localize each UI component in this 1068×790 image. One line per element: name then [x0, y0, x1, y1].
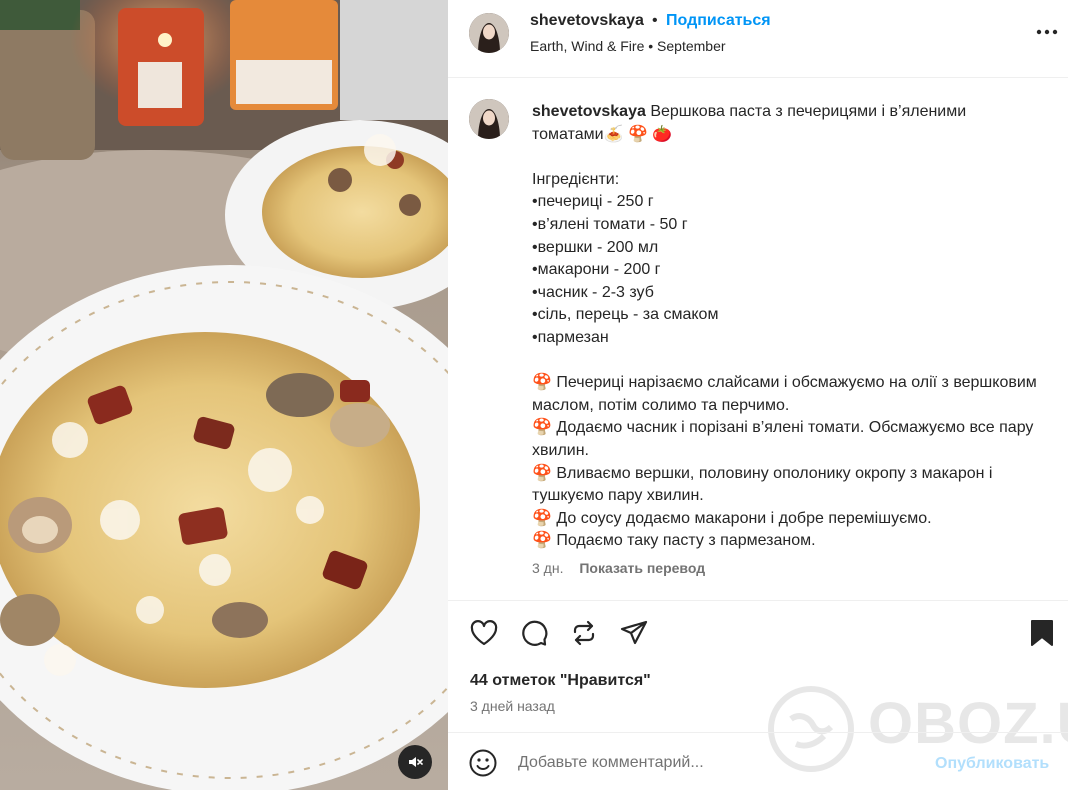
emoji-button[interactable] [468, 748, 498, 778]
avatar[interactable] [469, 99, 509, 139]
heart-icon [470, 619, 498, 651]
share-button[interactable] [618, 615, 650, 655]
show-translation-button[interactable]: Показать перевод [579, 560, 705, 576]
comment-button[interactable] [518, 615, 550, 655]
follow-button[interactable]: Подписаться [666, 12, 771, 30]
caption-age: 3 дн. [532, 560, 564, 576]
likes-count[interactable]: 44 отметок "Нравится" [470, 672, 651, 690]
post-timestamp[interactable]: 3 дней назад [470, 698, 555, 714]
mute-button[interactable] [398, 745, 432, 779]
caption-username[interactable]: shevetovskaya [532, 103, 646, 120]
post-caption: shevetovskaya Вершкова паста з печерицям… [532, 101, 1042, 553]
separator-dot: • [652, 12, 658, 29]
comment-icon [520, 619, 548, 652]
comment-bar: Опубликовать [448, 732, 1068, 790]
more-options-icon [1034, 29, 1060, 46]
repost-button[interactable] [568, 615, 600, 655]
more-options-button[interactable] [1034, 22, 1060, 42]
caption-meta: 3 дн. Показать перевод [532, 560, 705, 576]
comment-input[interactable] [518, 751, 898, 775]
bookmark-icon [1030, 619, 1054, 652]
post-side-panel: shevetovskaya • Подписаться Earth, Wind … [448, 0, 1068, 790]
share-icon [620, 619, 648, 652]
pasta-photo-image [0, 0, 448, 790]
like-button[interactable] [468, 615, 500, 655]
caption-section: shevetovskaya Вершкова паста з печерицям… [448, 79, 1068, 601]
post-photo[interactable] [0, 0, 448, 790]
author-username[interactable]: shevetovskaya [530, 12, 644, 30]
save-button[interactable] [1026, 615, 1058, 655]
avatar[interactable] [469, 13, 509, 53]
post-header: shevetovskaya • Подписаться Earth, Wind … [448, 0, 1068, 78]
audio-track-link[interactable]: Earth, Wind & Fire • September [530, 38, 726, 54]
caption-text: Вершкова паста з печерицями і в’яленими … [532, 103, 1037, 550]
publish-button[interactable]: Опубликовать [935, 755, 1049, 773]
emoji-icon [468, 749, 498, 782]
muted-speaker-icon [407, 754, 423, 770]
action-bar [448, 615, 1068, 655]
repost-icon [570, 619, 598, 652]
